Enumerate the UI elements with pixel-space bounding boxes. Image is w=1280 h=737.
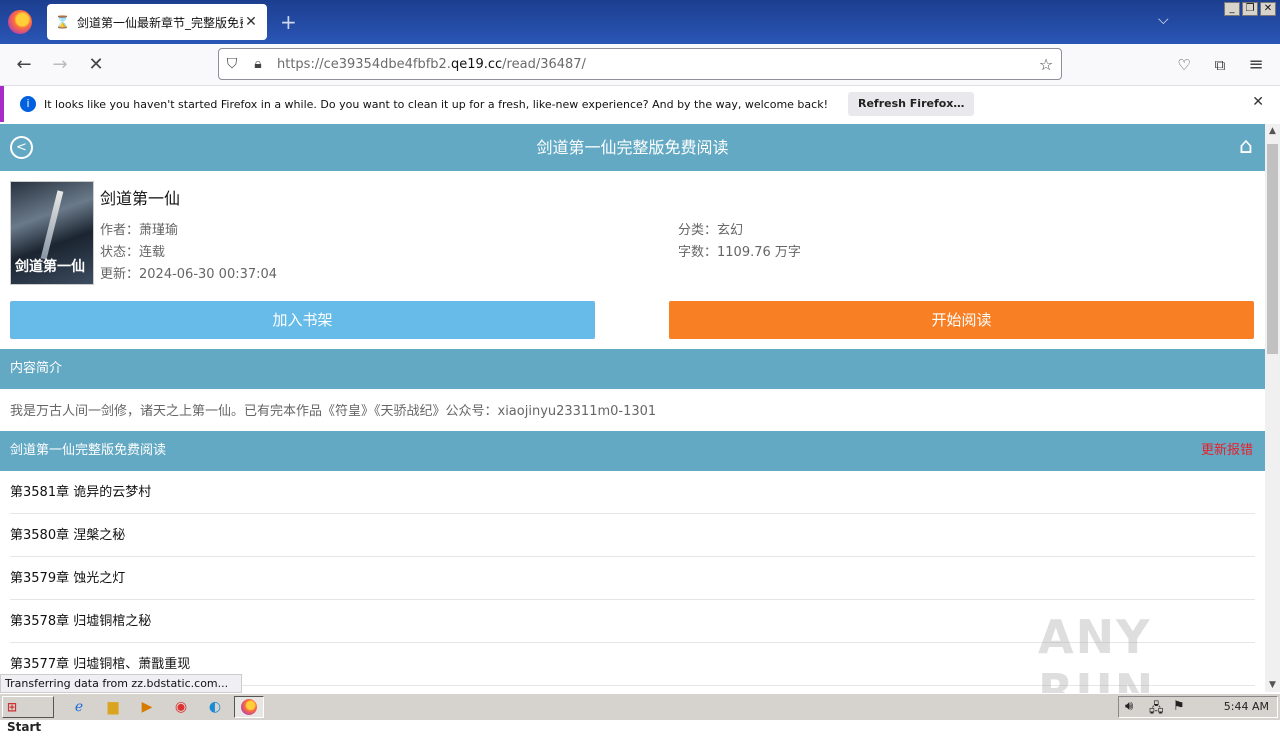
clock[interactable]: 5:44 AM	[1224, 700, 1269, 713]
hamburger-menu-icon[interactable]: ≡	[1244, 53, 1268, 77]
restore-button[interactable]: ❐	[1242, 2, 1258, 16]
chrome-icon[interactable]: ◉	[170, 697, 192, 717]
minimize-button[interactable]: _	[1224, 2, 1240, 16]
chapter-item[interactable]: 第3581章 诡异的云梦村	[10, 471, 1255, 514]
navigation-toolbar: ← → ✕ ⛉ 🔒︎ https://ce39354dbe4fbfb2.qe19…	[0, 44, 1280, 86]
network-icon[interactable]: 🖧	[1149, 699, 1164, 721]
book-info: 剑道第一仙 剑道第一仙 作者：萧瑾瑜 状态：连载 更新：2024-06-30 0…	[0, 171, 1265, 296]
book-category: 分类：玄幻	[678, 223, 744, 238]
notification-message: It looks like you haven't started Firefo…	[44, 97, 828, 111]
refresh-notification-bar: i It looks like you haven't started Fire…	[0, 86, 1280, 122]
refresh-firefox-button[interactable]: Refresh Firefox…	[847, 92, 975, 116]
intro-section-header: 内容简介	[0, 349, 1265, 389]
scroll-up-arrow-icon[interactable]: ▲	[1265, 126, 1280, 136]
firefox-logo-icon[interactable]	[8, 10, 32, 34]
home-icon[interactable]: ⌂	[1239, 134, 1253, 159]
back-circle-icon[interactable]: <	[10, 136, 33, 159]
status-bar-text: Transferring data from zz.bdstatic.com..…	[0, 674, 242, 693]
volume-icon[interactable]: 🔊︎	[1125, 699, 1133, 714]
pocket-icon[interactable]: ♡	[1172, 53, 1196, 77]
site-header: < 剑道第一仙完整版免费阅读 ⌂	[0, 124, 1265, 171]
close-window-button[interactable]: ✕	[1260, 2, 1276, 16]
cover-title: 剑道第一仙	[15, 259, 85, 275]
report-update-link[interactable]: 更新报错	[1201, 431, 1253, 471]
book-word-count: 字数：1109.76 万字	[678, 245, 801, 260]
book-author: 作者：萧瑾瑜	[100, 223, 179, 238]
lock-icon[interactable]: 🔒︎	[245, 56, 271, 72]
chapter-item[interactable]: 第3579章 蚀光之灯	[10, 557, 1255, 600]
chapters-header-title: 剑道第一仙完整版免费阅读	[10, 443, 167, 458]
scrollbar-thumb[interactable]	[1267, 144, 1278, 354]
book-title: 剑道第一仙	[100, 189, 181, 208]
bookmark-star-icon[interactable]: ☆	[1031, 55, 1061, 74]
browser-tab-bar: ⌛ 剑道第一仙最新章节_完整版免费阅读 ✕ + ⌵ _ ❐ ✕	[0, 0, 1280, 44]
windows-taskbar: ⊞ Start ℯ ▆ ▶ ◉ ◐ 🔊︎ 🖧 ⚑ 5:44 AM	[0, 693, 1280, 734]
forward-arrow-icon[interactable]: →	[48, 53, 72, 77]
firefox-taskbar-icon	[241, 699, 257, 715]
book-updated: 更新：2024-06-30 00:37:04	[100, 267, 278, 282]
book-cover[interactable]: 剑道第一仙	[10, 181, 94, 285]
book-status: 状态：连载	[100, 245, 166, 260]
list-tabs-chevron-icon[interactable]: ⌵	[1158, 12, 1169, 28]
start-label: Start	[7, 720, 42, 734]
cover-sword-art	[40, 190, 64, 260]
action-center-flag-icon[interactable]: ⚑	[1173, 699, 1185, 714]
tab-close-icon[interactable]: ✕	[243, 14, 259, 30]
start-button[interactable]: ⊞ Start	[2, 696, 54, 734]
url-bar[interactable]: ⛉ 🔒︎ https://ce39354dbe4fbfb2.qe19.cc/re…	[218, 48, 1062, 80]
info-icon: i	[20, 96, 36, 112]
extensions-puzzle-icon[interactable]: ⧉	[1208, 53, 1232, 77]
start-reading-button[interactable]: 开始阅读	[669, 301, 1254, 339]
active-tab[interactable]: ⌛ 剑道第一仙最新章节_完整版免费阅读 ✕	[47, 4, 267, 40]
shield-icon[interactable]: ⛉	[219, 56, 245, 72]
loading-hourglass-icon: ⌛	[55, 15, 70, 29]
notification-close-icon[interactable]: ✕	[1252, 94, 1264, 110]
chapter-item[interactable]: 第3580章 涅槃之秘	[10, 514, 1255, 557]
new-tab-plus-icon[interactable]: +	[280, 10, 297, 34]
firefox-taskbar-button[interactable]	[234, 696, 264, 718]
windows-flag-icon: ⊞	[7, 700, 18, 714]
back-arrow-icon[interactable]: ←	[12, 53, 36, 77]
header-title: 剑道第一仙完整版免费阅读	[536, 138, 729, 157]
media-player-icon[interactable]: ▶	[136, 697, 158, 717]
add-to-shelf-button[interactable]: 加入书架	[10, 301, 595, 339]
window-controls: _ ❐ ✕	[1224, 2, 1276, 16]
page-content: < 剑道第一仙完整版免费阅读 ⌂ 剑道第一仙 剑道第一仙 作者：萧瑾瑜 状态：连…	[0, 124, 1265, 692]
chapters-section-header: 剑道第一仙完整版免费阅读 更新报错	[0, 431, 1265, 471]
system-tray: 🔊︎ 🖧 ⚑ 5:44 AM	[1118, 696, 1278, 718]
page-scrollbar[interactable]: ▲ ▼	[1265, 124, 1280, 692]
folder-icon[interactable]: ▆	[102, 697, 124, 717]
tab-title: 剑道第一仙最新章节_完整版免费阅读	[77, 15, 243, 30]
edge-icon[interactable]: ◐	[204, 697, 226, 717]
intro-text: 我是万古人间一剑修，诸天之上第一仙。已有完本作品《符皇》《天骄战纪》公众号：xi…	[10, 404, 657, 419]
ie-icon[interactable]: ℯ	[68, 697, 90, 717]
stop-loading-icon[interactable]: ✕	[84, 53, 108, 77]
url-text[interactable]: https://ce39354dbe4fbfb2.qe19.cc/read/36…	[271, 57, 1031, 72]
